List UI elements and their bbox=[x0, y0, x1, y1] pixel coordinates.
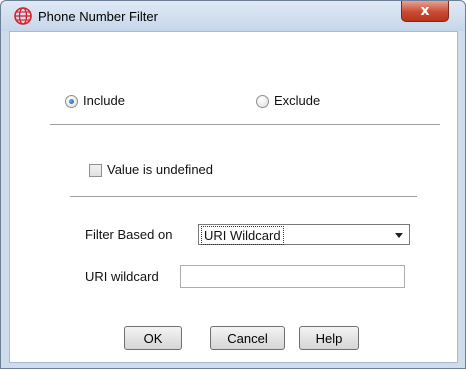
include-radio[interactable] bbox=[65, 95, 78, 108]
help-button[interactable]: Help bbox=[299, 326, 359, 350]
close-icon: x bbox=[420, 3, 430, 19]
include-label[interactable]: Include bbox=[83, 93, 125, 108]
separator bbox=[50, 124, 440, 126]
uri-wildcard-label: URI wildcard bbox=[85, 269, 159, 284]
separator bbox=[70, 196, 417, 198]
dialog-window: Phone Number Filter x Include Exclude Va… bbox=[0, 0, 466, 369]
filter-based-on-select[interactable]: URI Wildcard bbox=[198, 224, 410, 245]
close-button[interactable]: x bbox=[401, 1, 449, 22]
filter-based-on-label: Filter Based on bbox=[85, 227, 173, 242]
title-bar[interactable]: Phone Number Filter x bbox=[1, 1, 465, 31]
chevron-down-icon bbox=[395, 233, 403, 238]
exclude-radio[interactable] bbox=[256, 95, 269, 108]
dialog-content: Include Exclude Value is undefined Filte… bbox=[9, 31, 458, 363]
cancel-button[interactable]: Cancel bbox=[210, 326, 285, 350]
ok-button[interactable]: OK bbox=[124, 326, 182, 350]
radio-selected-dot bbox=[69, 99, 74, 104]
window-title: Phone Number Filter bbox=[38, 9, 158, 24]
filter-based-on-value: URI Wildcard bbox=[201, 226, 284, 245]
value-undefined-label[interactable]: Value is undefined bbox=[107, 162, 213, 177]
uri-wildcard-input[interactable] bbox=[180, 265, 405, 288]
value-undefined-checkbox[interactable] bbox=[89, 164, 102, 177]
exclude-label[interactable]: Exclude bbox=[274, 93, 320, 108]
globe-network-icon bbox=[14, 7, 32, 25]
